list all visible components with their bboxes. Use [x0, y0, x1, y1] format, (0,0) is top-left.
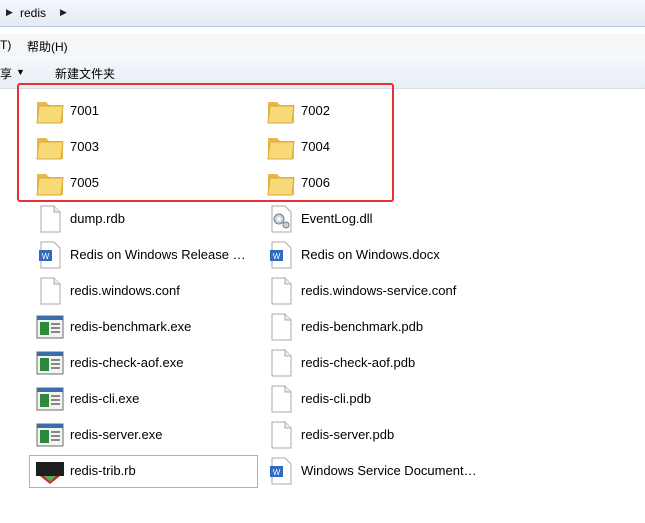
- address-bar[interactable]: ▶ redis ▶: [0, 0, 645, 27]
- file-item[interactable]: W Redis on Windows.docx: [263, 237, 488, 273]
- file-name-label: Redis on Windows Release N...: [70, 247, 250, 262]
- file-name-label: EventLog.dll: [301, 211, 373, 226]
- word-doc-icon: W: [34, 240, 66, 270]
- file-item[interactable]: W Windows Service Documentati...: [263, 453, 488, 489]
- file-item[interactable]: EventLog.dll: [263, 201, 488, 237]
- blank-file-icon: [265, 276, 297, 306]
- file-name-label: redis-check-aof.pdb: [301, 355, 416, 370]
- exe-icon: [34, 312, 66, 342]
- exe-icon: [34, 420, 66, 450]
- menu-tools[interactable]: T): [0, 38, 11, 52]
- file-name-label: Windows Service Documentati...: [301, 463, 481, 478]
- file-name-label: redis-benchmark.pdb: [301, 319, 424, 334]
- file-item[interactable]: redis.windows.conf: [32, 273, 257, 309]
- file-item[interactable]: redis.windows-service.conf: [263, 273, 488, 309]
- file-item[interactable]: redis-cli.pdb: [263, 381, 488, 417]
- file-name-label: redis-benchmark.exe: [70, 319, 192, 334]
- share-button[interactable]: 享: [0, 65, 12, 82]
- file-name-label: redis-cli.pdb: [301, 391, 372, 406]
- blank-file-icon: [265, 348, 297, 378]
- blank-file-icon: [265, 312, 297, 342]
- menu-bar: T) 帮助(H): [0, 34, 645, 56]
- red-highlight-box: [17, 83, 394, 202]
- blank-file-icon: [34, 204, 66, 234]
- focus-rectangle: [29, 455, 258, 488]
- word-doc-icon: W: [265, 240, 297, 270]
- file-item[interactable]: redis-benchmark.pdb: [263, 309, 488, 345]
- file-name-label: redis.windows.conf: [70, 283, 180, 298]
- file-name-label: redis.windows-service.conf: [301, 283, 457, 298]
- file-name-label: redis-cli.exe: [70, 391, 140, 406]
- dll-file-icon: [265, 204, 297, 234]
- exe-icon: [34, 384, 66, 414]
- file-name-label: redis-server.pdb: [301, 427, 395, 442]
- file-name-label: redis-check-aof.exe: [70, 355, 184, 370]
- blank-file-icon: [265, 384, 297, 414]
- svg-text:W: W: [273, 252, 281, 261]
- word-doc-icon: W: [265, 456, 297, 486]
- file-item[interactable]: redis-check-aof.exe: [32, 345, 257, 381]
- file-item[interactable]: dump.rdb: [32, 201, 257, 237]
- svg-text:W: W: [42, 252, 50, 261]
- file-item[interactable]: redis-cli.exe: [32, 381, 257, 417]
- breadcrumb-redis[interactable]: redis: [20, 6, 46, 20]
- file-item[interactable]: W Redis on Windows Release N...: [32, 237, 257, 273]
- file-name-label: dump.rdb: [70, 211, 125, 226]
- file-item[interactable]: redis-server.pdb: [263, 417, 488, 453]
- dropdown-arrow-icon[interactable]: ▼: [16, 67, 25, 77]
- new-folder-button[interactable]: 新建文件夹: [55, 65, 115, 82]
- chevron-right-icon[interactable]: ▶: [6, 7, 13, 18]
- svg-text:W: W: [273, 468, 281, 477]
- chevron-right-icon[interactable]: ▶: [60, 7, 67, 18]
- menu-help[interactable]: 帮助(H): [27, 38, 68, 55]
- file-item[interactable]: redis-server.exe: [32, 417, 257, 453]
- file-item[interactable]: redis-check-aof.pdb: [263, 345, 488, 381]
- blank-file-icon: [34, 276, 66, 306]
- exe-icon: [34, 348, 66, 378]
- file-item[interactable]: redis-benchmark.exe: [32, 309, 257, 345]
- blank-file-icon: [265, 420, 297, 450]
- file-name-label: redis-server.exe: [70, 427, 163, 442]
- file-name-label: Redis on Windows.docx: [301, 247, 440, 262]
